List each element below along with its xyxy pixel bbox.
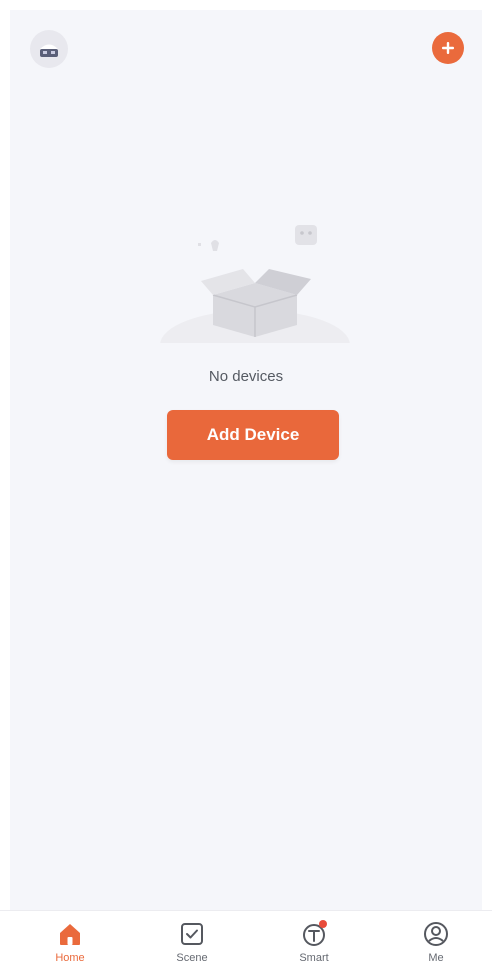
tab-home-label: Home	[55, 952, 85, 964]
tab-me-label: Me	[428, 952, 444, 964]
tab-smart-label: Smart	[299, 952, 329, 964]
plus-icon	[442, 42, 454, 54]
empty-box-illustration	[155, 225, 355, 355]
scene-checkbox-icon	[177, 919, 207, 949]
tab-home[interactable]: Home	[30, 919, 110, 967]
add-device-button[interactable]: Add Device	[167, 410, 339, 460]
add-button[interactable]	[432, 32, 464, 64]
empty-message: No devices	[208, 368, 284, 385]
tab-scene-label: Scene	[176, 952, 208, 964]
home-switch-button[interactable]	[30, 30, 68, 68]
tab-smart[interactable]: Smart	[274, 919, 354, 967]
bottom-tab-bar: Home Scene Smart Me	[0, 910, 492, 969]
profile-icon	[421, 919, 451, 949]
home-screen: No devices Add Device	[10, 10, 482, 910]
home-switch-icon	[40, 44, 58, 57]
tab-me[interactable]: Me	[396, 919, 476, 967]
smart-icon	[299, 919, 329, 949]
smart-badge-dot	[319, 920, 327, 928]
tab-scene[interactable]: Scene	[152, 919, 232, 967]
home-icon	[55, 919, 85, 949]
